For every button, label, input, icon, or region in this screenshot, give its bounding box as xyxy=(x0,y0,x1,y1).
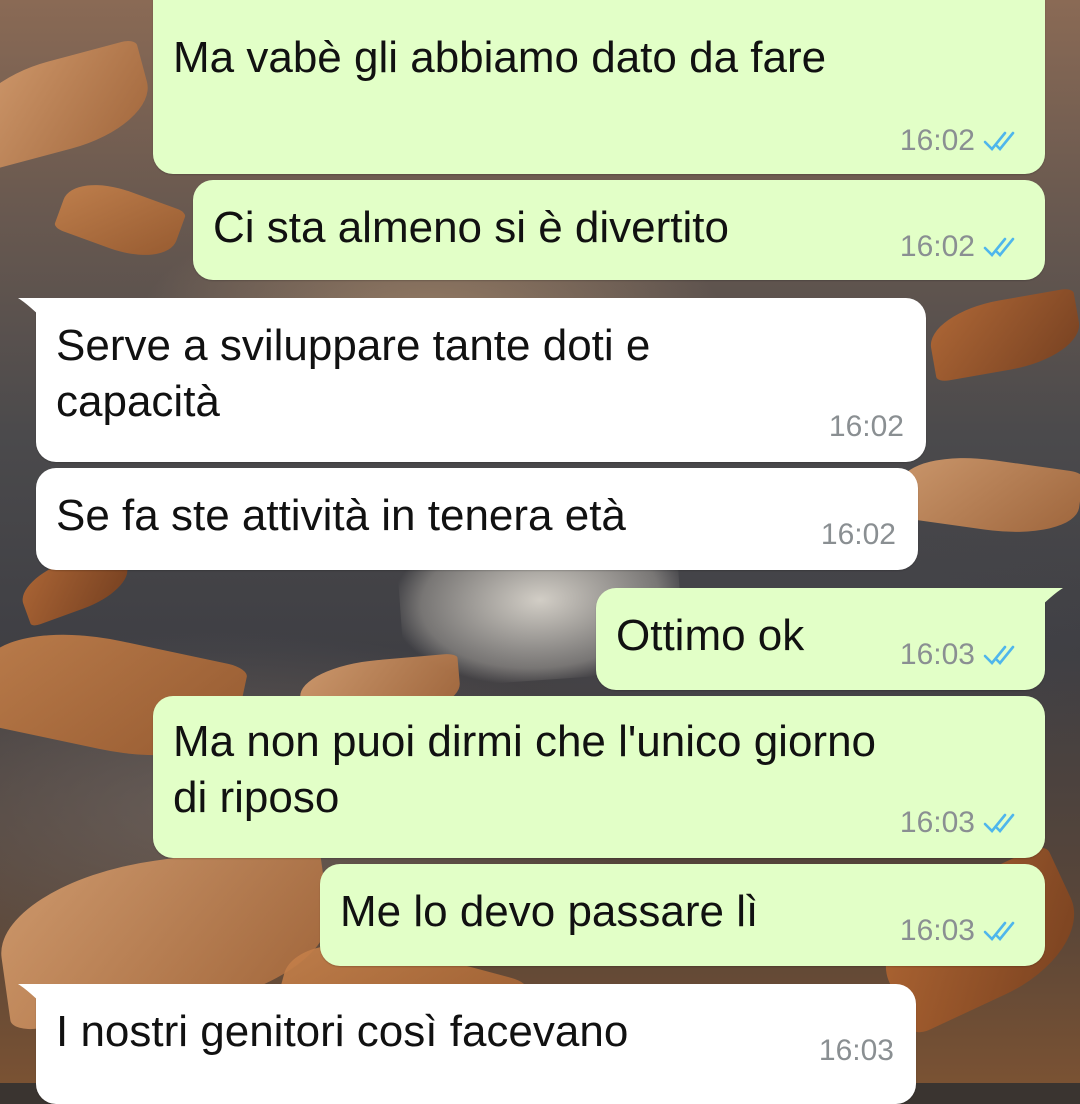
message-text: Ma non puoi dirmi che l'unico giorno di … xyxy=(173,717,877,822)
double-check-icon xyxy=(983,813,1015,833)
message-bubble-incoming[interactable]: Se fa ste attività in tenera età 16:02 xyxy=(36,468,918,570)
bubble-tail xyxy=(18,984,48,1010)
message-text: I nostri genitori così facevano xyxy=(56,1007,629,1056)
message-time: 16:03 xyxy=(818,1034,894,1067)
message-time: 16:03 xyxy=(899,806,975,839)
bubble-tail xyxy=(1033,588,1063,614)
double-check-icon xyxy=(983,645,1015,665)
message-time: 16:02 xyxy=(828,410,904,443)
double-check-icon xyxy=(983,921,1015,941)
message-text: Se fa ste attività in tenera età xyxy=(56,491,626,540)
message-bubble-outgoing[interactable]: Ma non puoi dirmi che l'unico giorno di … xyxy=(153,696,1045,858)
message-bubble-outgoing[interactable]: Ci sta almeno si è divertito 16:02 xyxy=(193,180,1045,280)
message-time: 16:02 xyxy=(899,124,975,157)
message-bubble-outgoing[interactable]: Ottimo ok 16:03 xyxy=(596,588,1063,690)
message-bubble-incoming[interactable]: Serve a sviluppare tante doti e capacità… xyxy=(18,298,926,462)
message-time: 16:02 xyxy=(899,230,975,263)
message-time: 16:03 xyxy=(899,638,975,671)
message-text: Ma vabè gli abbiamo dato da fare xyxy=(173,33,827,82)
double-check-icon xyxy=(983,237,1015,257)
message-bubble-outgoing[interactable]: Me lo devo passare lì 16:03 xyxy=(320,864,1045,966)
message-bubble-incoming[interactable]: I nostri genitori così facevano 16:03 xyxy=(18,984,916,1104)
double-check-icon xyxy=(983,131,1015,151)
message-text: Serve a sviluppare tante doti e capacità xyxy=(56,321,651,426)
chat-message-list[interactable]: Ma vabè gli abbiamo dato da fare 16:02 C… xyxy=(0,0,1080,1104)
message-time: 16:03 xyxy=(899,914,975,947)
message-bubble-outgoing[interactable]: Ma vabè gli abbiamo dato da fare 16:02 xyxy=(153,0,1045,174)
bubble-tail xyxy=(18,298,48,324)
message-time: 16:02 xyxy=(820,518,896,551)
